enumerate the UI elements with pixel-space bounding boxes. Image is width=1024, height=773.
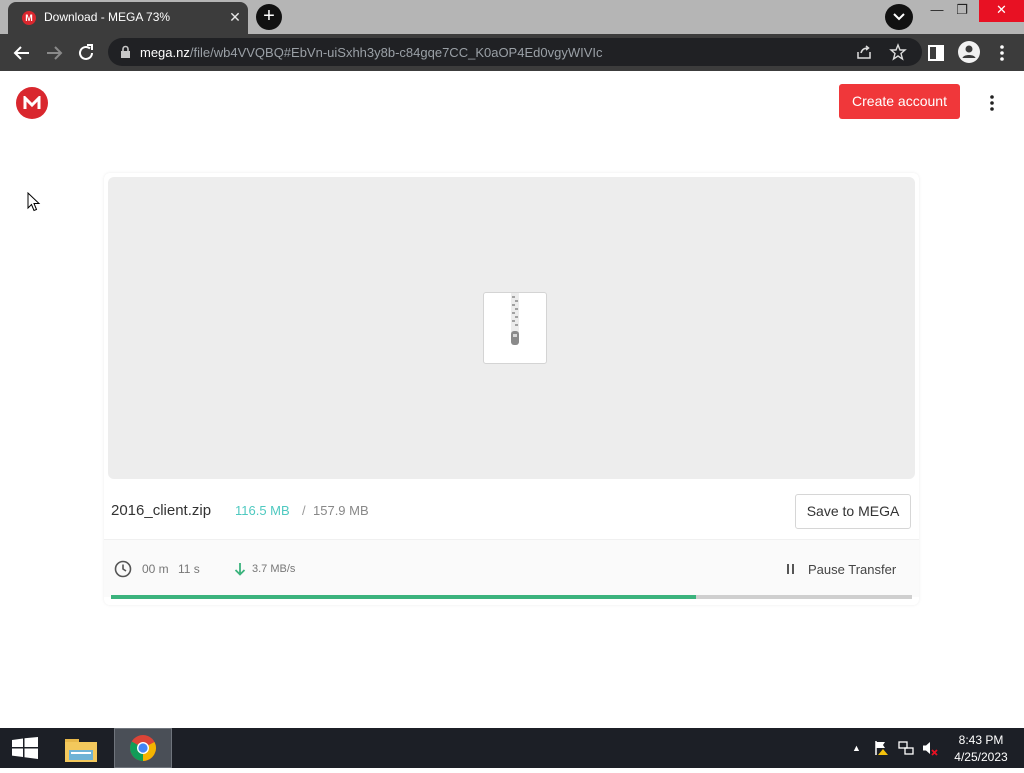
arrow-right-icon <box>47 46 63 60</box>
file-preview <box>108 177 915 479</box>
windows-logo-icon <box>12 737 38 759</box>
download-card: 2016_client.zip 116.5 MB / 157.9 MB Save… <box>104 173 919 605</box>
page-content: Create account 2016_client.zip 116.5 MB … <box>0 71 1024 728</box>
share-icon[interactable] <box>856 44 872 60</box>
file-name: 2016_client.zip <box>111 502 212 519</box>
window-maximize-button[interactable]: ❐ <box>947 0 977 22</box>
mega-favicon-icon: M <box>22 11 36 25</box>
browser-tab-active[interactable]: M Download - MEGA 73% ✕ <box>8 2 248 34</box>
tray-overflow-arrow-icon[interactable]: ▲ <box>852 743 861 753</box>
reload-button[interactable] <box>74 41 98 65</box>
pause-icon <box>787 564 795 576</box>
browser-toolbar: mega.nz/file/wb4VVQBQ#EbVn-uiSxhh3y8b-c8… <box>0 34 1024 71</box>
arrow-left-icon <box>13 46 29 60</box>
kebab-menu-icon <box>1000 45 1004 61</box>
action-center-flag-icon[interactable] <box>874 740 890 756</box>
transfer-status-row: 00 m 11 s 3.7 MB/s Pause Transfer <box>104 539 919 597</box>
reload-icon <box>79 44 93 60</box>
profile-avatar-icon[interactable] <box>958 41 980 63</box>
tab-close-icon[interactable]: ✕ <box>226 8 244 26</box>
file-explorer-taskbar-button[interactable] <box>57 728 105 768</box>
zip-file-icon <box>483 292 547 364</box>
kebab-menu-icon <box>990 95 994 111</box>
total-size: 157.9 MB <box>313 503 369 518</box>
pause-transfer-button[interactable]: Pause Transfer <box>783 558 903 582</box>
mega-logo[interactable] <box>16 87 48 119</box>
browser-menu-button[interactable] <box>994 42 1010 64</box>
clock-icon <box>114 560 132 578</box>
browser-tab-strip: M Download - MEGA 73% ✕ + — ❐ ✕ <box>0 0 1024 34</box>
mega-m-icon <box>23 96 41 109</box>
time-remaining-seconds: 11 s <box>178 562 200 576</box>
lock-icon[interactable] <box>120 45 131 59</box>
person-icon <box>962 45 976 58</box>
bookmark-star-icon[interactable] <box>889 43 907 61</box>
download-progress-bar <box>111 595 912 599</box>
chrome-logo-icon <box>130 735 156 761</box>
window-close-button[interactable]: ✕ <box>979 0 1024 22</box>
url-host: mega.nz <box>140 45 190 60</box>
volume-muted-icon[interactable] <box>921 740 939 756</box>
tab-title: Download - MEGA 73% <box>44 10 171 24</box>
forward-button[interactable] <box>42 41 66 65</box>
time-remaining-minutes: 00 m <box>142 562 169 576</box>
new-tab-button[interactable]: + <box>256 4 282 30</box>
chrome-taskbar-button[interactable] <box>114 728 172 768</box>
start-button[interactable] <box>0 728 48 768</box>
windows-taskbar: ▲ 8:43 PM 4/25/2023 <box>0 728 1024 768</box>
folder-icon <box>65 739 97 762</box>
page-menu-button[interactable] <box>984 93 1000 113</box>
taskbar-clock-time[interactable]: 8:43 PM <box>945 733 1017 747</box>
zipper-icon <box>511 293 519 345</box>
download-progress-fill <box>111 595 696 599</box>
save-to-mega-button[interactable]: Save to MEGA <box>795 494 911 529</box>
size-separator: / <box>302 503 306 518</box>
side-panel-icon[interactable] <box>928 45 944 61</box>
download-speed: 3.7 MB/s <box>252 563 296 575</box>
back-button[interactable] <box>10 41 34 65</box>
address-bar[interactable]: mega.nz/file/wb4VVQBQ#EbVn-uiSxhh3y8b-c8… <box>108 38 922 66</box>
download-arrow-icon <box>234 563 246 576</box>
pause-transfer-label: Pause Transfer <box>808 562 897 577</box>
taskbar-clock-date[interactable]: 4/25/2023 <box>945 750 1017 764</box>
file-info-row: 2016_client.zip 116.5 MB / 157.9 MB Save… <box>104 483 919 539</box>
chevron-down-icon <box>893 13 905 21</box>
url-path: /file/wb4VVQBQ#EbVn-uiSxhh3y8b-c84gqe7CC… <box>189 45 603 60</box>
url-text[interactable]: mega.nz/file/wb4VVQBQ#EbVn-uiSxhh3y8b-c8… <box>140 45 603 60</box>
downloaded-size: 116.5 MB <box>235 503 290 518</box>
network-icon[interactable] <box>898 740 914 756</box>
tab-search-button[interactable] <box>885 4 913 30</box>
create-account-button[interactable]: Create account <box>839 84 960 119</box>
mouse-cursor-icon <box>27 192 41 212</box>
